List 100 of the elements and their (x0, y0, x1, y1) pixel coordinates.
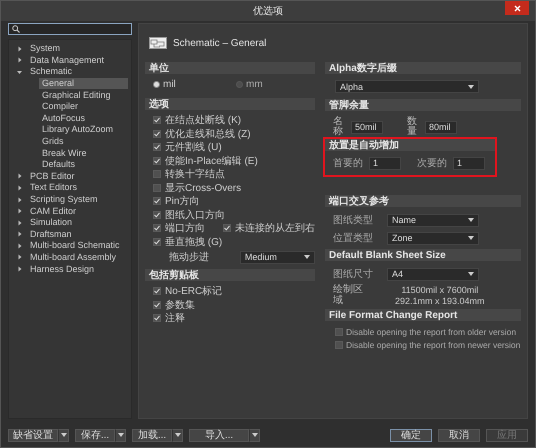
field-label: 图纸类型 (333, 214, 374, 227)
checkbox[interactable] (223, 224, 231, 232)
tree-item[interactable]: Simulation (27, 217, 76, 228)
collapsed-icon[interactable] (17, 173, 23, 180)
tree-item[interactable]: CAM Editor (27, 206, 80, 217)
tree-item[interactable]: Multi-board Assembly (27, 252, 120, 263)
input-field[interactable]: 1 (453, 156, 485, 170)
checkbox[interactable] (153, 210, 161, 219)
field-label: 首要的 (333, 157, 363, 170)
checkbox[interactable] (153, 116, 161, 124)
input-field[interactable]: 50mil (351, 120, 383, 134)
input-field[interactable]: 80mil (425, 120, 457, 134)
section-title: 单位 (149, 62, 169, 75)
dropdown-arrow-button[interactable] (115, 428, 126, 442)
tree-item[interactable]: Break Wire (39, 148, 90, 159)
radio-button[interactable] (153, 81, 160, 88)
collapsed-icon[interactable] (17, 220, 23, 226)
section-title: File Format Change Report (329, 310, 458, 320)
tree-item[interactable]: Compiler (39, 101, 82, 112)
section-title: Default Blank Sheet Size (329, 250, 446, 260)
checkbox[interactable] (153, 300, 161, 309)
menu-button[interactable]: 保存... (75, 428, 115, 442)
sheet-size-dropdown[interactable]: A4 (387, 268, 479, 280)
tree-item[interactable]: Graphical Editing (39, 90, 114, 101)
tree-item[interactable]: Grids (39, 136, 67, 148)
schematic-icon (149, 37, 167, 49)
close-button[interactable] (505, 1, 529, 15)
checkbox[interactable] (153, 156, 161, 165)
checkbox-label: 参数集 (165, 298, 195, 312)
radio-label: mil (163, 79, 176, 90)
radio-button[interactable] (236, 81, 243, 88)
field-label: 名称 (333, 116, 344, 138)
area-value: 11500mil x 7600mil (401, 285, 478, 295)
dropdown-arrow-button[interactable] (58, 428, 69, 442)
field-label: 图纸尺寸 (333, 268, 374, 281)
checkbox-label: 优化走线和总线 (Z) (165, 128, 251, 141)
tree-item[interactable]: Scripting System (27, 194, 101, 206)
collapsed-icon[interactable] (17, 184, 23, 191)
collapsed-icon[interactable] (17, 196, 23, 203)
checkbox[interactable] (153, 238, 161, 246)
menu-button[interactable]: 加载... (132, 428, 172, 442)
section-title: 放置是自动增加 (329, 138, 399, 152)
tree-item[interactable]: PCB Editor (27, 170, 78, 182)
collapsed-icon[interactable] (17, 254, 23, 260)
checkbox[interactable] (153, 184, 161, 192)
field-label: 绘制区域 (333, 285, 364, 306)
input-field[interactable]: 1 (369, 156, 401, 170)
dialog-button[interactable]: 取消 (438, 428, 480, 442)
caret-icon (304, 255, 310, 259)
collapsed-icon[interactable] (17, 266, 23, 272)
checkbox[interactable] (153, 197, 161, 206)
checkbox-label: 使能In-Place编辑 (E) (165, 154, 258, 168)
tree-item[interactable]: Defaults (39, 159, 78, 170)
checkbox[interactable] (153, 130, 161, 138)
section-title: 端口交叉参考 (329, 194, 389, 208)
tree-item[interactable]: Harness Design (27, 264, 98, 275)
search-field[interactable] (8, 23, 132, 35)
section-title: 选项 (149, 98, 169, 110)
collapsed-icon[interactable] (17, 231, 23, 238)
menu-button[interactable]: 缺省设置 (8, 428, 58, 442)
checkbox-label: 图纸入口方向 (165, 208, 225, 222)
page-title: Schematic – General (173, 38, 266, 48)
dropdown-arrow-button[interactable] (249, 428, 260, 442)
checkbox[interactable] (153, 224, 161, 232)
checkbox[interactable] (153, 170, 161, 178)
checkbox-label: 转换十字结点 (165, 168, 225, 182)
checkbox[interactable] (153, 287, 161, 296)
checkbox-label: No-ERC标记 (165, 284, 222, 298)
dropdown-arrow-button[interactable] (172, 428, 183, 442)
dropdown[interactable]: Zone (387, 232, 479, 244)
tree-item[interactable]: Multi-board Schematic (27, 240, 123, 252)
checkbox-label: 注释 (165, 312, 185, 326)
tree-item[interactable]: Text Editors (27, 182, 80, 194)
dropdown[interactable]: Name (387, 214, 479, 226)
alpha-dropdown[interactable]: Alpha (335, 80, 479, 93)
tree-item[interactable]: General (39, 78, 128, 90)
menu-button[interactable]: 导入... (189, 428, 249, 442)
tree-item[interactable]: AutoFocus (39, 112, 88, 124)
tree-item[interactable]: Data Management (27, 54, 108, 66)
collapsed-icon[interactable] (17, 242, 23, 249)
dialog-button[interactable]: 确定 (390, 428, 432, 442)
tree-item[interactable]: Library AutoZoom (39, 124, 116, 136)
checkbox-label: 元件割线 (U) (165, 140, 222, 154)
tree-item[interactable]: Draftsman (27, 228, 75, 240)
caret-icon (468, 272, 474, 276)
checkbox[interactable] (335, 341, 343, 350)
collapsed-icon[interactable] (17, 57, 23, 64)
drag-step-dropdown[interactable]: Medium (240, 250, 315, 264)
checkbox[interactable] (153, 314, 161, 322)
collapsed-icon[interactable] (17, 208, 23, 214)
collapsed-icon[interactable] (17, 46, 23, 52)
caret-icon (174, 433, 180, 437)
checkbox[interactable] (335, 328, 343, 336)
tree-item[interactable]: System (27, 43, 64, 54)
caret-icon (118, 433, 124, 437)
expanded-icon[interactable] (17, 68, 23, 75)
field-label: 拖动步进 (169, 250, 210, 264)
checkbox[interactable] (153, 143, 161, 152)
close-icon (514, 4, 520, 12)
tree-item[interactable]: Schematic (27, 66, 76, 78)
